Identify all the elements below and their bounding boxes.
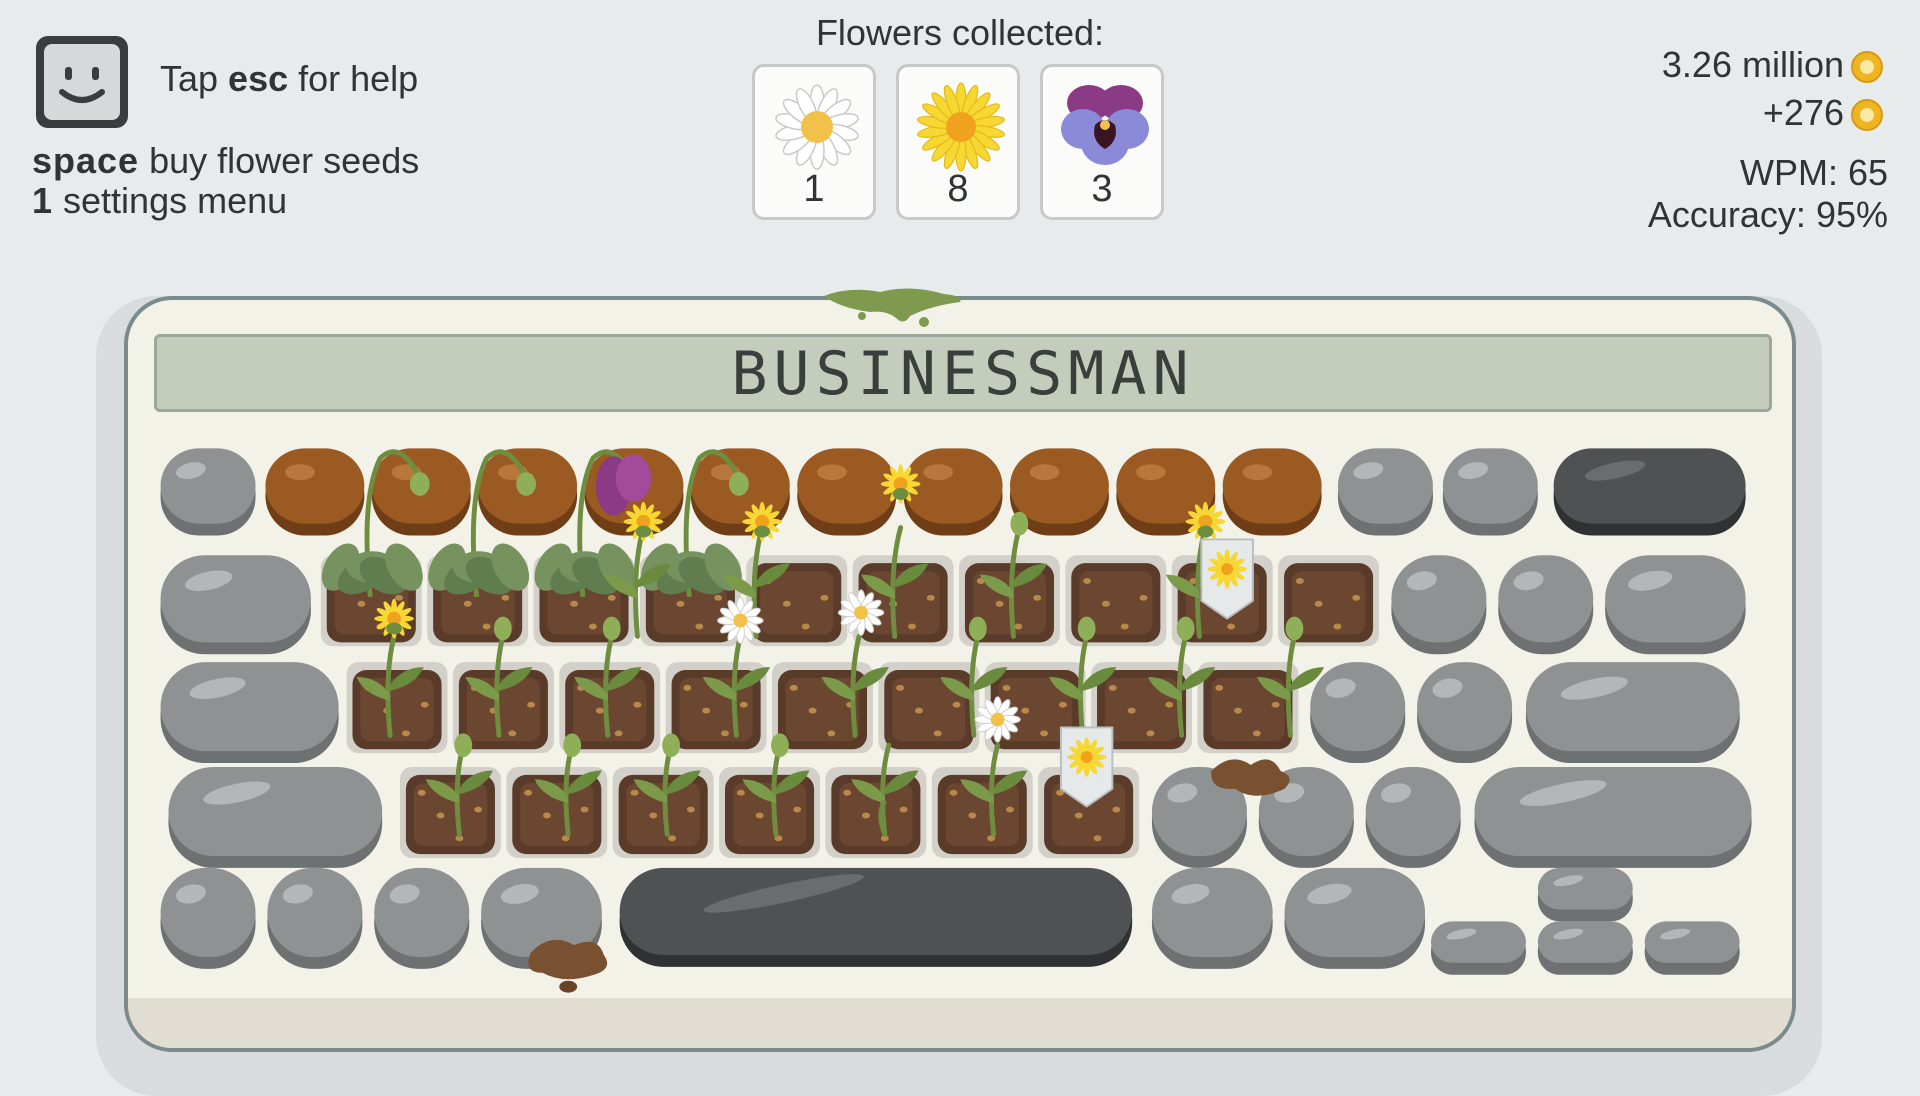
- hotkey-settings: 1 settings menu: [32, 180, 287, 222]
- dandelion-icon: [917, 82, 1005, 172]
- coin-gain-value: +276: [1762, 92, 1844, 133]
- flowers-collected-title: Flowers collected:: [815, 12, 1105, 53]
- flower-bud: [1010, 511, 1029, 536]
- soil-bed-key[interactable]: [878, 662, 980, 754]
- moss-decoration: [824, 288, 961, 327]
- coin-icon: [1851, 99, 1883, 132]
- soil-bed-key[interactable]: [1197, 662, 1299, 754]
- stone-key[interactable]: [1498, 555, 1594, 655]
- hotkey-buy-seeds: space buy flower seeds: [32, 140, 419, 182]
- seed-mound-key[interactable]: [903, 448, 1003, 536]
- soil-bed-key[interactable]: [346, 662, 448, 754]
- coin-gain: +276: [1763, 92, 1884, 134]
- coin-balance: 3.26 million: [1662, 44, 1884, 86]
- flower-bud: [563, 733, 582, 758]
- stone-key[interactable]: [1284, 867, 1426, 969]
- flower-bud: [454, 733, 473, 758]
- spacebar-stone-key[interactable]: [619, 867, 1133, 967]
- help-face-icon[interactable]: [32, 32, 132, 132]
- help-key: esc: [228, 58, 289, 99]
- hotkey-label: settings menu: [63, 180, 288, 221]
- arrow-down-key[interactable]: [1537, 921, 1633, 975]
- arrow-up-key[interactable]: [1537, 867, 1633, 922]
- shift-stone-key[interactable]: [1474, 767, 1752, 868]
- seed-mound-key[interactable]: [265, 448, 365, 536]
- coin-balance-value: 3.26 million: [1661, 44, 1844, 85]
- flower-count: 3: [1091, 168, 1113, 210]
- stone-key[interactable]: [1337, 448, 1433, 536]
- stone-key[interactable]: [1442, 448, 1538, 536]
- stone-key[interactable]: [1417, 662, 1513, 764]
- backspace-stone-key[interactable]: [1553, 448, 1746, 536]
- seed-mound-key[interactable]: [1222, 448, 1322, 536]
- hotkey-label: buy flower seeds: [149, 140, 420, 181]
- flower-bud: [1176, 616, 1195, 641]
- stone-key[interactable]: [374, 867, 470, 969]
- keys-layer: [160, 448, 1752, 993]
- flower-bud: [662, 733, 680, 758]
- help-prefix: Tap: [160, 58, 229, 99]
- flower-count: 8: [947, 168, 969, 210]
- flower-bud: [771, 733, 789, 758]
- soil-bed-key[interactable]: [719, 767, 820, 859]
- daisy-icon: [775, 84, 859, 170]
- flower-bud: [602, 616, 621, 641]
- soil-bed-key[interactable]: [746, 555, 848, 647]
- flower-card-daisy: 1: [752, 64, 876, 220]
- enter-stone-key[interactable]: [1525, 662, 1740, 764]
- ready-flower-tag[interactable]: [1059, 726, 1114, 808]
- flower-bud: [968, 616, 987, 641]
- stone-key[interactable]: [1365, 767, 1461, 868]
- hotkey-key: 1: [32, 180, 54, 221]
- stone-key[interactable]: [1391, 555, 1487, 655]
- stone-key[interactable]: [160, 867, 256, 969]
- stone-key[interactable]: [1605, 555, 1746, 655]
- accuracy-stat: Accuracy: 95%: [1647, 194, 1888, 235]
- keyboard-garden: BUSINESSMAN: [124, 296, 1796, 1052]
- arrow-left-key[interactable]: [1430, 921, 1526, 975]
- help-suffix: for help: [288, 58, 419, 99]
- flower-bud: [493, 616, 512, 641]
- shift-stone-key[interactable]: [168, 767, 383, 868]
- help-hint: Tap esc for help: [160, 58, 418, 100]
- flower-card-dandelion: 8: [896, 64, 1020, 220]
- stone-key[interactable]: [267, 867, 363, 969]
- hotkey-key: space: [32, 140, 140, 181]
- stone-key[interactable]: [1151, 867, 1273, 969]
- flower-count: 1: [803, 168, 825, 210]
- flower-card-pansy: 3: [1040, 64, 1164, 220]
- arrow-right-key[interactable]: [1644, 921, 1740, 975]
- wpm-stat: WPM: 65: [1739, 152, 1888, 193]
- flower-bud: [1077, 616, 1096, 641]
- seed-mound-key[interactable]: [797, 448, 897, 536]
- tab-stone-key[interactable]: [160, 555, 311, 655]
- ready-flower-tag[interactable]: [1200, 538, 1254, 620]
- dirt-clump: [528, 939, 608, 993]
- pansy-icon: [1061, 85, 1149, 165]
- caps-stone-key[interactable]: [160, 662, 339, 764]
- stone-key[interactable]: [160, 448, 256, 536]
- stone-key[interactable]: [1310, 662, 1406, 764]
- coin-icon: [1851, 51, 1883, 84]
- flower-bud: [1285, 616, 1304, 641]
